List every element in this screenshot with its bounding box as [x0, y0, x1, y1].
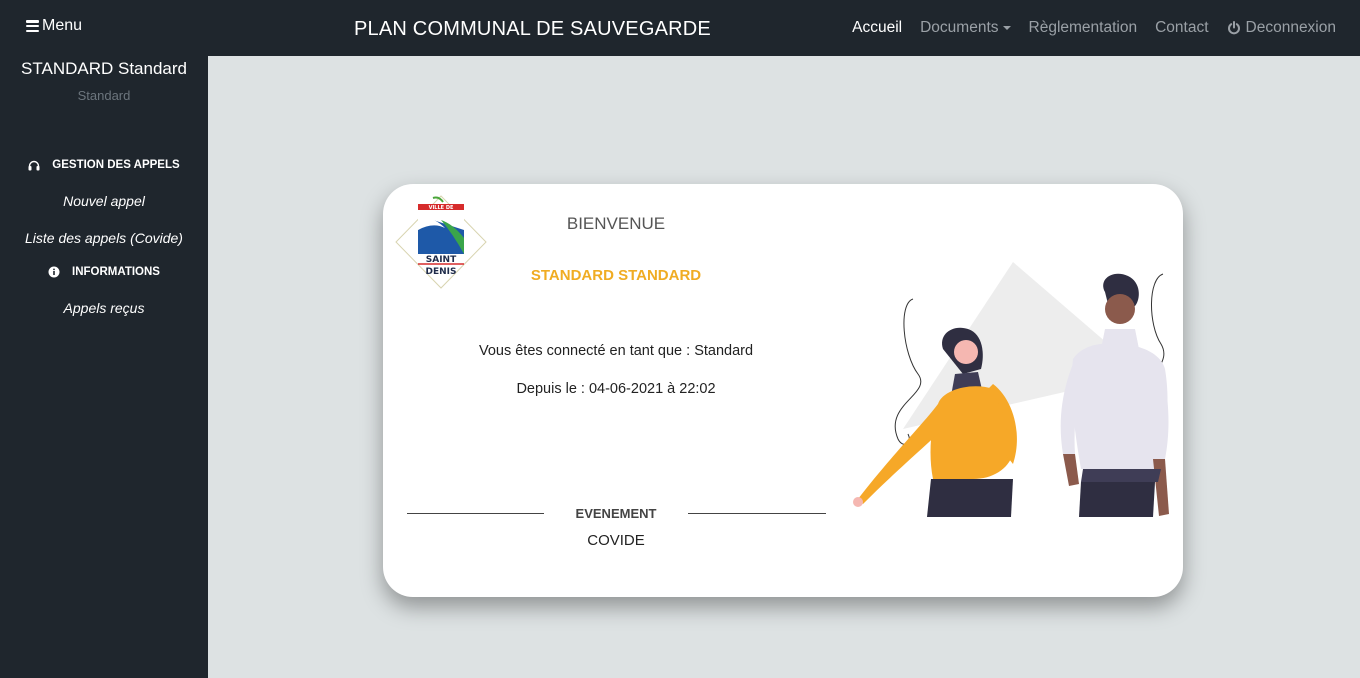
sidebar-item-appels-recus[interactable]: Appels reçus — [0, 300, 208, 316]
sidebar-item-nouvel-appel[interactable]: Nouvel appel — [0, 193, 208, 209]
sidebar-section-info-label: INFORMATIONS — [72, 266, 160, 278]
logo-top-text: VILLE DE — [429, 205, 454, 211]
card-user-name: STANDARD STANDARD — [530, 267, 702, 284]
connected-since-text: Depuis le : 04-06-2021 à 22:02 — [516, 381, 716, 397]
nav-links: Accueil Documents Règlementation Contact… — [834, 19, 1336, 37]
welcome-card: VILLE DE SAINT DENIS BIENVENUE STANDARD … — [383, 184, 1183, 597]
nav-link-accueil[interactable]: Accueil — [852, 19, 902, 37]
nav-link-documents[interactable]: Documents — [920, 19, 1011, 37]
sidebar-section-info: INFORMATIONS — [0, 266, 208, 278]
saint-denis-logo: VILLE DE SAINT DENIS — [393, 190, 489, 295]
sidebar-section-calls-label: GESTION DES APPELS — [52, 159, 180, 171]
nav-link-documents-label: Documents — [920, 19, 999, 36]
sidebar: STANDARD Standard Standard GESTION DES A… — [0, 56, 208, 678]
caret-down-icon — [1002, 26, 1011, 30]
menu-toggle-button[interactable]: Menu — [26, 17, 82, 35]
event-value: COVIDE — [587, 532, 645, 549]
nav-link-reglementation[interactable]: Règlementation — [1029, 19, 1138, 37]
sidebar-user-name: STANDARD Standard — [21, 59, 187, 78]
sidebar-section-calls: GESTION DES APPELS — [0, 159, 208, 171]
nav-link-deconnexion-label: Deconnexion — [1245, 19, 1336, 36]
nav-link-deconnexion[interactable]: Deconnexion — [1227, 19, 1336, 37]
headphones-icon — [28, 160, 40, 171]
sidebar-user-role: Standard — [77, 88, 131, 103]
menu-label: Menu — [42, 17, 83, 34]
people-illustration — [843, 254, 1183, 529]
connected-as-text: Vous êtes connecté en tant que : Standar… — [478, 343, 754, 359]
app-title: PLAN COMMUNAL DE SAUVEGARDE — [354, 18, 711, 40]
top-navbar: Menu PLAN COMMUNAL DE SAUVEGARDE Accueil… — [0, 0, 1360, 56]
hamburger-icon — [26, 20, 39, 32]
logo-line2: DENIS — [426, 267, 457, 277]
divider-right — [688, 513, 826, 514]
welcome-title: BIENVENUE — [566, 214, 666, 233]
sidebar-item-liste-appels[interactable]: Liste des appels (Covide) — [0, 230, 208, 246]
power-icon — [1227, 21, 1241, 35]
divider-left — [407, 513, 544, 514]
info-circle-icon — [48, 266, 60, 278]
event-label: EVENEMENT — [575, 506, 657, 521]
nav-link-contact[interactable]: Contact — [1155, 19, 1208, 37]
